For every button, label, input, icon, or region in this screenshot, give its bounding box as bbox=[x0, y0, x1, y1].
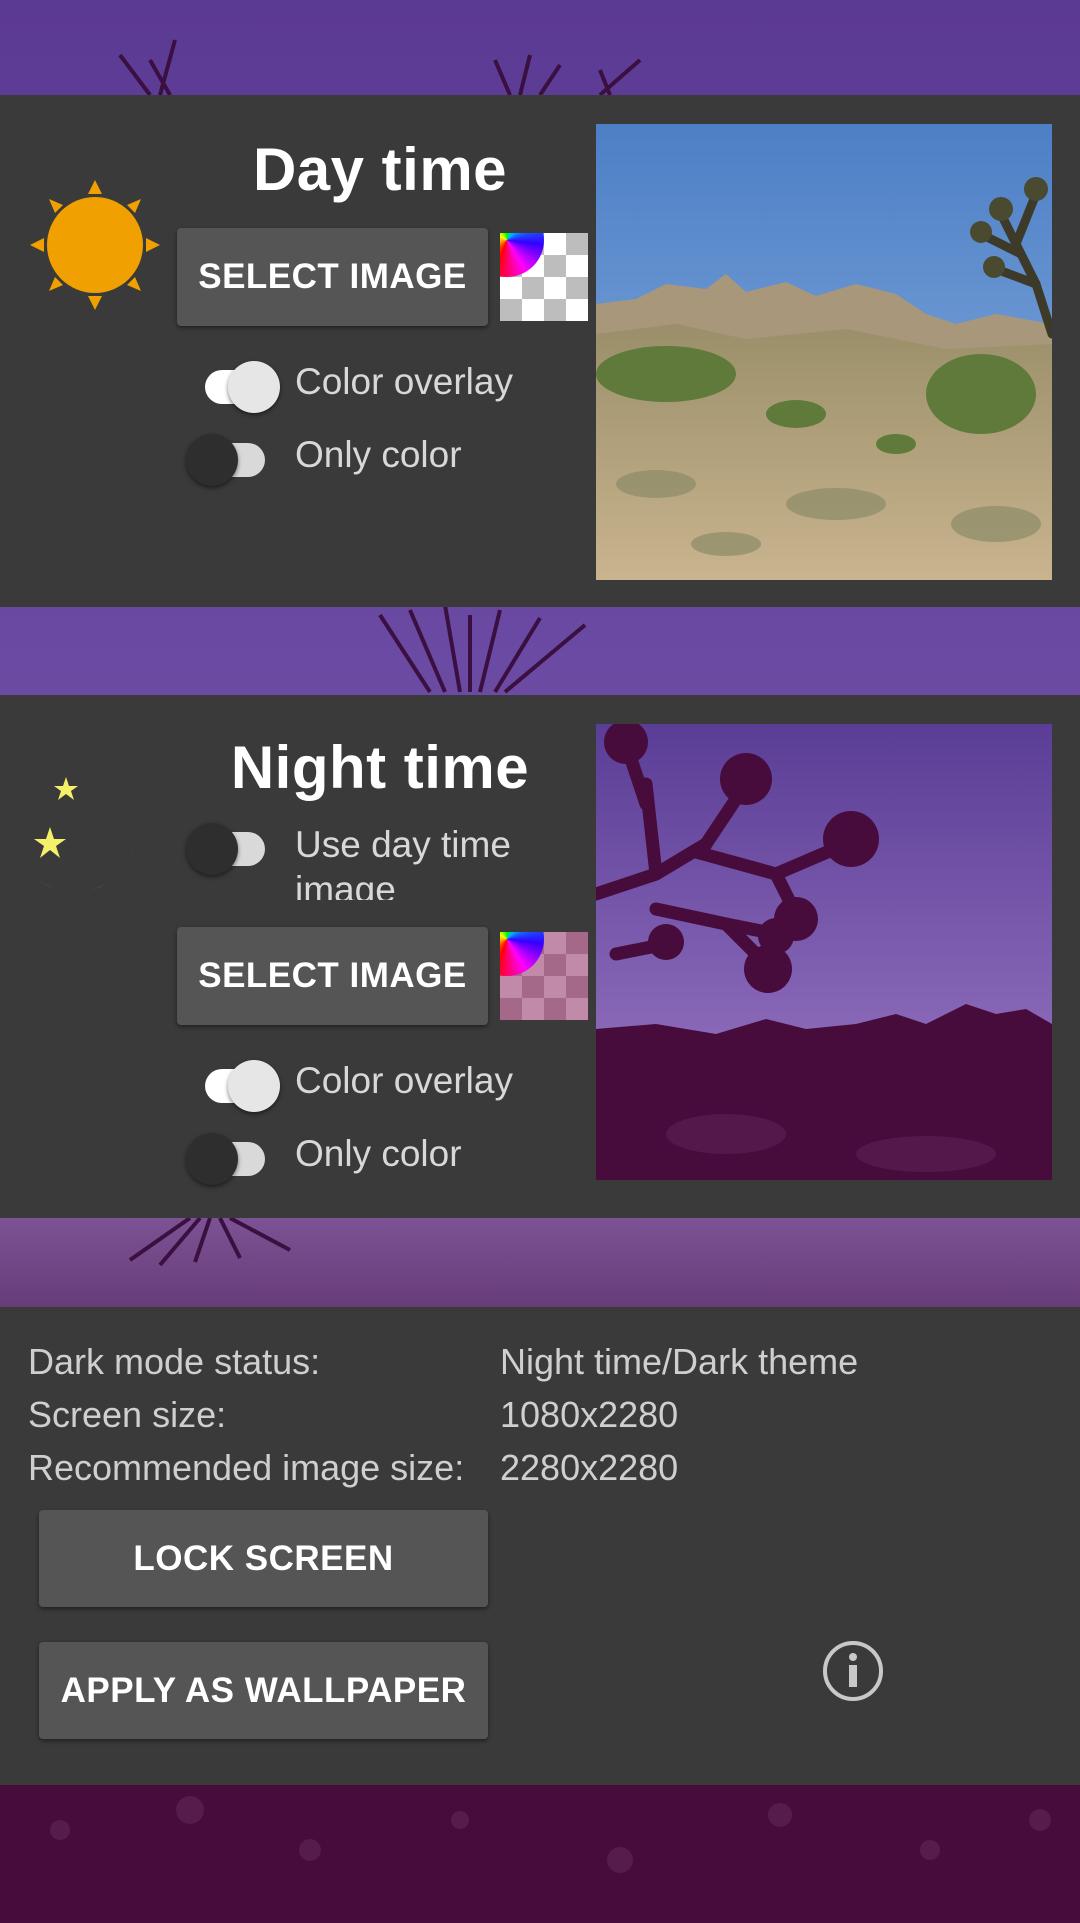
recommended-image-size-value: 2280x2280 bbox=[500, 1447, 679, 1488]
night-title: Night time bbox=[230, 734, 530, 801]
dark-mode-status-value: Night time/Dark theme bbox=[500, 1341, 859, 1382]
day-select-image-button[interactable]: SELECT IMAGE bbox=[177, 228, 488, 326]
screen-size-label: Screen size: bbox=[28, 1394, 227, 1435]
night-use-day-image-label: Use day time image bbox=[295, 824, 511, 900]
lock-screen-button[interactable]: LOCK SCREEN bbox=[39, 1510, 488, 1607]
night-use-day-image-toggle[interactable] bbox=[186, 815, 280, 875]
screen-size-value: 1080x2280 bbox=[500, 1394, 679, 1435]
day-image-preview[interactable] bbox=[596, 124, 1052, 580]
night-color-picker-icon[interactable] bbox=[500, 932, 588, 1020]
recommended-image-size-label: Recommended image size: bbox=[28, 1447, 465, 1488]
night-select-image-button[interactable]: SELECT IMAGE bbox=[177, 927, 488, 1025]
sun-icon bbox=[30, 180, 160, 310]
day-only-color-label: Only color bbox=[295, 434, 462, 475]
day-only-color-toggle[interactable] bbox=[186, 426, 280, 486]
day-panel: Day time SELECT IMAGE Color overlay Only… bbox=[0, 95, 1080, 607]
day-color-overlay-toggle[interactable] bbox=[190, 353, 280, 413]
day-color-overlay-label: Color overlay bbox=[295, 361, 513, 402]
day-color-picker-icon[interactable] bbox=[500, 233, 588, 321]
night-panel: Night time Use day time image SELECT IMA… bbox=[0, 695, 1080, 1218]
dark-mode-status-label: Dark mode status: bbox=[28, 1341, 321, 1382]
night-color-overlay-toggle[interactable] bbox=[190, 1052, 280, 1112]
night-image-preview[interactable] bbox=[596, 724, 1052, 1180]
apply-as-wallpaper-button[interactable]: APPLY AS WALLPAPER bbox=[39, 1642, 488, 1739]
day-title: Day time bbox=[252, 136, 508, 203]
moon-icon bbox=[34, 777, 136, 893]
night-color-overlay-label: Color overlay bbox=[295, 1060, 513, 1101]
night-only-color-label: Only color bbox=[295, 1133, 462, 1174]
info-icon[interactable] bbox=[822, 1640, 884, 1702]
night-only-color-toggle[interactable] bbox=[186, 1125, 280, 1185]
info-panel: Dark mode status: Night time/Dark theme … bbox=[0, 1307, 1080, 1785]
